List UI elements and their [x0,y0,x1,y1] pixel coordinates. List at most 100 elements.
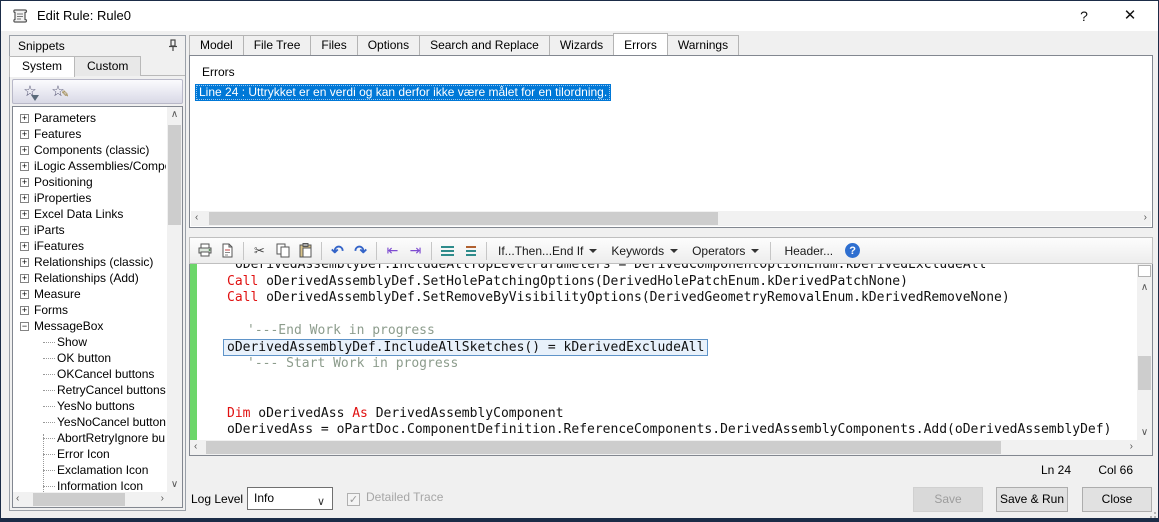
scroll-right-icon[interactable]: › [1130,441,1133,452]
error-list-item-selected[interactable]: Line 24 : Uttrykket er en verdi og kan d… [195,84,612,101]
snippets-tab-system[interactable]: System [9,56,76,77]
code-line[interactable] [197,307,1136,324]
code-area[interactable]: oDerivedAssemblyDef.IncludeAllTopLevelPa… [189,264,1153,456]
expand-icon[interactable]: + [20,162,29,172]
tree-item-relationships-add[interactable]: + Relationships (Add) [13,270,166,286]
scrollbar-thumb[interactable] [209,212,718,225]
tab-errors[interactable]: Errors [613,33,668,55]
expand-icon[interactable]: + [20,274,29,284]
save-and-run-button[interactable]: Save & Run [996,487,1068,512]
uncomment-lines-icon[interactable] [460,240,481,261]
if-then-endif-dropdown[interactable]: If...Then...End If [492,240,603,261]
scrollbar-thumb[interactable] [168,125,181,225]
editor-vertical-scrollbar[interactable]: ∧ ∨ [1137,264,1152,440]
tree-item-yesnocancel-buttons[interactable]: YesNoCancel buttons [13,414,166,430]
expand-icon[interactable]: + [20,306,29,316]
scrollbar-thumb[interactable] [206,441,1002,454]
code-line[interactable]: oDerivedAssemblyDef.IncludeAllSketches()… [197,338,1136,357]
code-line[interactable] [197,373,1136,390]
splitter-box[interactable] [1138,265,1151,277]
tree-item-iparts[interactable]: + iParts [13,222,166,238]
help-button[interactable]: ? [1064,1,1104,31]
scroll-left-icon[interactable]: ‹ [194,441,197,452]
tree-item-retrycancel-buttons[interactable]: RetryCancel buttons [13,382,166,398]
scrollbar-thumb[interactable] [33,493,125,506]
tree-item-error-icon[interactable]: Error Icon [13,446,166,462]
tree-item-excel-data-links[interactable]: + Excel Data Links [13,206,166,222]
outdent-icon[interactable]: ⇤ [382,240,403,261]
editor-horizontal-scrollbar[interactable]: ‹ › [190,440,1137,455]
tree-vertical-scrollbar[interactable]: ∧ ∨ [167,107,182,492]
code-line[interactable]: '---End Work in progress [197,323,1136,340]
tree-item-iproperties[interactable]: + iProperties [13,190,166,206]
scroll-down-icon[interactable]: ∨ [167,479,182,490]
code-line[interactable]: oDerivedAss = oPartDoc.ComponentDefiniti… [197,422,1136,439]
tree-item-okcancel-buttons[interactable]: OKCancel buttons [13,366,166,382]
close-button[interactable]: ✕ [1110,1,1150,31]
new-page-icon[interactable] [217,240,238,261]
indent-icon[interactable]: ⇥ [405,240,426,261]
code-line[interactable]: Call oDerivedAssemblyDef.SetRemoveByVisi… [197,290,1136,307]
log-level-select[interactable]: Info ∨ [247,487,333,510]
code-line[interactable]: oDerivedAssemblyDef.IncludeAllTopLevelPa… [197,264,1136,274]
expand-icon[interactable]: + [20,258,29,268]
tree-item-positioning[interactable]: + Positioning [13,174,166,190]
tree-item-forms[interactable]: + Forms [13,302,166,318]
scroll-left-icon[interactable]: ‹ [16,493,19,504]
paste-icon[interactable] [295,240,316,261]
header-button[interactable]: Header... [776,240,841,261]
tab-wizards[interactable]: Wizards [548,35,615,55]
scroll-down-icon[interactable]: ∨ [1137,427,1152,438]
tree-item-exclamation-icon[interactable]: Exclamation Icon [13,462,166,478]
save-button[interactable]: Save [913,487,983,512]
scroll-up-icon[interactable]: ∧ [1137,282,1152,293]
tab-search-and-replace[interactable]: Search and Replace [419,35,550,55]
tree-item-ilogic-assemblies-compo[interactable]: + iLogic Assemblies/Compo [13,158,166,174]
operators-dropdown[interactable]: Operators [686,240,765,261]
expand-icon[interactable]: + [20,290,29,300]
cut-icon[interactable]: ✂ [249,240,270,261]
highlighted-error-line[interactable]: oDerivedAssemblyDef.IncludeAllSketches()… [223,338,709,356]
tree-item-components-classic[interactable]: + Components (classic) [13,142,166,158]
tree-item-parameters[interactable]: + Parameters [13,110,166,126]
tab-model[interactable]: Model [189,35,244,55]
tree-item-information-icon[interactable]: Information Icon [13,478,166,491]
tree-item-measure[interactable]: + Measure [13,286,166,302]
tab-file-tree[interactable]: File Tree [242,35,312,55]
scroll-up-icon[interactable]: ∧ [167,109,182,120]
expand-icon[interactable]: + [20,178,29,188]
tree-item-messagebox[interactable]: − MessageBox [13,318,166,334]
snippets-tab-custom[interactable]: Custom [74,56,142,76]
scroll-left-icon[interactable]: ‹ [195,212,198,223]
tab-options[interactable]: Options [356,35,421,55]
tree-item-relationships-classic[interactable]: + Relationships (classic) [13,254,166,270]
tree-item-abortretryignore-bu[interactable]: AbortRetryIgnore bu [13,430,166,446]
expand-icon[interactable]: + [20,210,29,220]
resize-grip[interactable] [1146,508,1156,518]
expand-icon[interactable]: + [20,194,29,204]
scroll-right-icon[interactable]: › [1144,212,1147,223]
comment-lines-icon[interactable] [437,240,458,261]
edit-snippets-icon[interactable]: ☆ ✎ [49,83,69,101]
code-line[interactable]: '--- Start Work in progress [197,356,1136,373]
scroll-right-icon[interactable]: › [161,493,164,504]
expand-icon[interactable]: + [20,146,29,156]
close-dialog-button[interactable]: Close [1082,487,1152,512]
tree-item-ifeatures[interactable]: + iFeatures [13,238,166,254]
tree-item-show[interactable]: Show [13,334,166,350]
keywords-dropdown[interactable]: Keywords [605,240,684,261]
print-icon[interactable] [194,240,215,261]
tree-item-yesno-buttons[interactable]: YesNo buttons [13,398,166,414]
collapse-icon[interactable]: − [20,322,29,332]
pin-icon[interactable] [166,39,179,55]
code-line[interactable]: Dim oDerivedAss As DerivedAssemblyCompon… [197,406,1136,423]
help-icon[interactable]: ? [845,243,861,258]
redo-icon[interactable]: ↷ [350,240,371,261]
copy-icon[interactable] [272,240,293,261]
errors-horizontal-scrollbar[interactable]: ‹ › [191,211,1151,226]
filter-snippets-icon[interactable]: ☆ [21,83,39,101]
code-line[interactable]: Call oDerivedAssemblyDef.SetHolePatching… [197,274,1136,291]
expand-icon[interactable]: + [20,130,29,140]
tree-horizontal-scrollbar[interactable]: ‹ › [13,492,167,507]
expand-icon[interactable]: + [20,114,29,124]
